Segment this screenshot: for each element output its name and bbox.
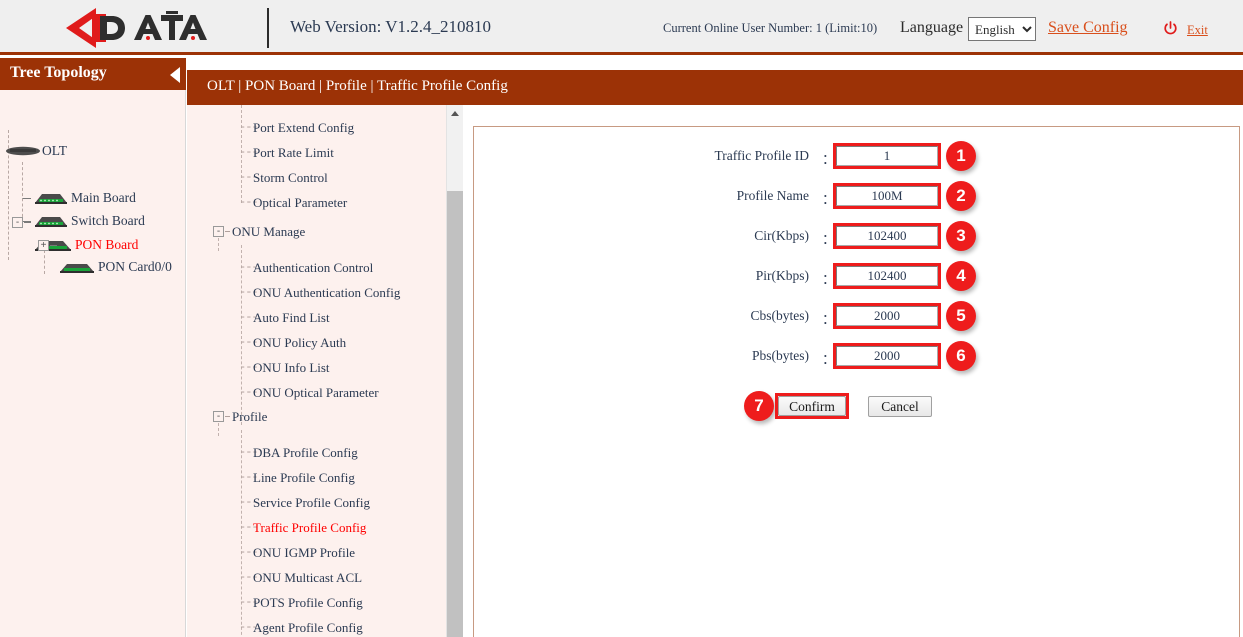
exit-link[interactable]: Exit [1187, 23, 1208, 38]
tree-label: Switch Board [71, 213, 145, 229]
nav-expander-profile[interactable]: - [213, 411, 224, 422]
tree-label: PON Card0/0 [98, 259, 172, 275]
cir-kbps-input[interactable] [836, 226, 938, 246]
tree-dash [50, 245, 57, 246]
nav-menu: --- Port Extend Config --- Port Rate Lim… [187, 105, 446, 637]
power-icon [1163, 21, 1178, 36]
annotation-box-2 [833, 183, 941, 209]
tree-node-pon-card[interactable]: PON Card0/0 [58, 259, 172, 275]
annotation-box-7: Confirm [775, 393, 849, 419]
tree-node-switch-board[interactable]: Switch Board [33, 213, 145, 229]
nav-item-port-rate-limit[interactable]: Port Rate Limit [253, 145, 334, 161]
app-header: Web Version: V1.2.4_210810 Current Onlin… [0, 0, 1243, 55]
nav-item-onu-authentication-config[interactable]: ONU Authentication Config [253, 285, 400, 301]
annotation-box-3 [833, 223, 941, 249]
nav-item-service-profile-config[interactable]: Service Profile Config [253, 495, 370, 511]
scrollbar-thumb[interactable] [447, 191, 463, 637]
traffic-profile-id-input[interactable] [836, 146, 938, 166]
tree-node-main-board[interactable]: Main Board [33, 190, 136, 206]
nav-item-auto-find-list[interactable]: Auto Find List [253, 310, 330, 326]
tree-node-olt[interactable]: OLT [6, 143, 67, 159]
cancel-button[interactable]: Cancel [868, 396, 932, 417]
breadcrumb-bar: OLT | PON Board | Profile | Traffic Prof… [187, 70, 1243, 105]
annotation-badge-7: 7 [744, 391, 774, 421]
tree-topology-sidebar: Tree Topology OLT [0, 58, 186, 637]
field-label: Traffic Profile ID [715, 148, 810, 164]
nav-item-onu-multicast-acl[interactable]: ONU Multicast ACL [253, 570, 362, 586]
tree-dash [24, 222, 31, 223]
tree-branch [44, 250, 45, 274]
sidebar-title-bar: Tree Topology [0, 58, 186, 90]
nav-item-onu-info-list[interactable]: ONU Info List [253, 360, 330, 376]
annotation-badge-1: 1 [946, 141, 976, 171]
form-row-cir: Cir(Kbps) ： 3 [474, 223, 1241, 253]
field-label: Cbs(bytes) [751, 308, 810, 324]
tree-label: Main Board [71, 190, 136, 206]
nav-expander-onu-manage[interactable]: - [213, 226, 224, 237]
language-label: Language [900, 19, 963, 37]
tree-expander-pon-card[interactable]: + [38, 240, 49, 251]
tree-label: PON Board [75, 237, 138, 253]
sidebar-title: Tree Topology [10, 64, 107, 82]
field-label: Cir(Kbps) [754, 228, 809, 244]
tree-label: OLT [42, 143, 67, 159]
form-row-pbs: Pbs(bytes) ： 6 [474, 343, 1241, 373]
annotation-box-5 [833, 303, 941, 329]
annotation-badge-4: 4 [946, 261, 976, 291]
nav-item-traffic-profile-config[interactable]: Traffic Profile Config [253, 520, 366, 536]
field-label: Profile Name [737, 188, 809, 204]
save-config-link[interactable]: Save Config [1048, 19, 1128, 37]
online-user-count: Current Online User Number: 1 (Limit:10) [663, 21, 877, 36]
annotation-badge-2: 2 [946, 181, 976, 211]
nav-item-storm-control[interactable]: Storm Control [253, 170, 328, 186]
nav-item-onu-policy-auth[interactable]: ONU Policy Auth [253, 335, 346, 351]
annotation-badge-5: 5 [946, 301, 976, 331]
header-divider [267, 8, 269, 48]
nav-expander-dash [225, 231, 230, 232]
form-actions: 7 Confirm Cancel [474, 393, 1241, 427]
form-row-traffic-profile-id: Traffic Profile ID ： 1 [474, 143, 1241, 173]
nav-item-dba-profile-config[interactable]: DBA Profile Config [253, 445, 358, 461]
field-label: Pir(Kbps) [756, 268, 809, 284]
pbs-bytes-input[interactable] [836, 346, 938, 366]
pir-kbps-input[interactable] [836, 266, 938, 286]
nav-expander-dash [225, 416, 230, 417]
language-select[interactable]: English [968, 17, 1036, 41]
nav-item-authentication-control[interactable]: Authentication Control [253, 260, 373, 276]
nav-item-pots-profile-config[interactable]: POTS Profile Config [253, 595, 363, 611]
nav-item-agent-profile-config[interactable]: Agent Profile Config [253, 620, 363, 636]
nav-item-onu-igmp-profile[interactable]: ONU IGMP Profile [253, 545, 355, 561]
annotation-box-6 [833, 343, 941, 369]
scroll-up-arrow-icon[interactable] [451, 111, 459, 116]
field-label: Pbs(bytes) [752, 348, 809, 364]
annotation-box-4 [833, 263, 941, 289]
tree-dash [22, 198, 31, 199]
nav-item-clipped[interactable] [253, 105, 256, 110]
annotation-box-1 [833, 143, 941, 169]
nav-item-line-profile-config[interactable]: Line Profile Config [253, 470, 355, 486]
annotation-badge-6: 6 [946, 341, 976, 371]
nav-item-optical-parameter[interactable]: Optical Parameter [253, 195, 347, 211]
tree-expander-pon-board[interactable]: - [12, 217, 23, 228]
annotation-badge-3: 3 [946, 221, 976, 251]
nav-item-port-extend-config[interactable]: Port Extend Config [253, 120, 354, 136]
nav-item-onu-optical-parameter[interactable]: ONU Optical Parameter [253, 385, 379, 401]
web-version-label: Web Version: V1.2.4_210810 [290, 17, 491, 37]
breadcrumb: OLT | PON Board | Profile | Traffic Prof… [207, 78, 508, 95]
form-row-cbs: Cbs(bytes) ： 5 [474, 303, 1241, 333]
nav-group-onu-manage[interactable]: ONU Manage [232, 224, 305, 240]
nav-scrollbar[interactable] [446, 105, 463, 637]
cdata-logo [62, 4, 207, 52]
form-row-profile-name: Profile Name ： 2 [474, 183, 1241, 213]
traffic-profile-form-panel: Traffic Profile ID ： 1 Profile Name ： 2 … [473, 126, 1240, 637]
profile-name-input[interactable] [836, 186, 938, 206]
collapse-sidebar-arrow-icon[interactable] [170, 67, 180, 83]
confirm-button[interactable]: Confirm [778, 396, 846, 416]
tree-branch [22, 162, 23, 222]
cbs-bytes-input[interactable] [836, 306, 938, 326]
form-row-pir: Pir(Kbps) ： 4 [474, 263, 1241, 293]
nav-group-profile[interactable]: Profile [232, 409, 267, 425]
